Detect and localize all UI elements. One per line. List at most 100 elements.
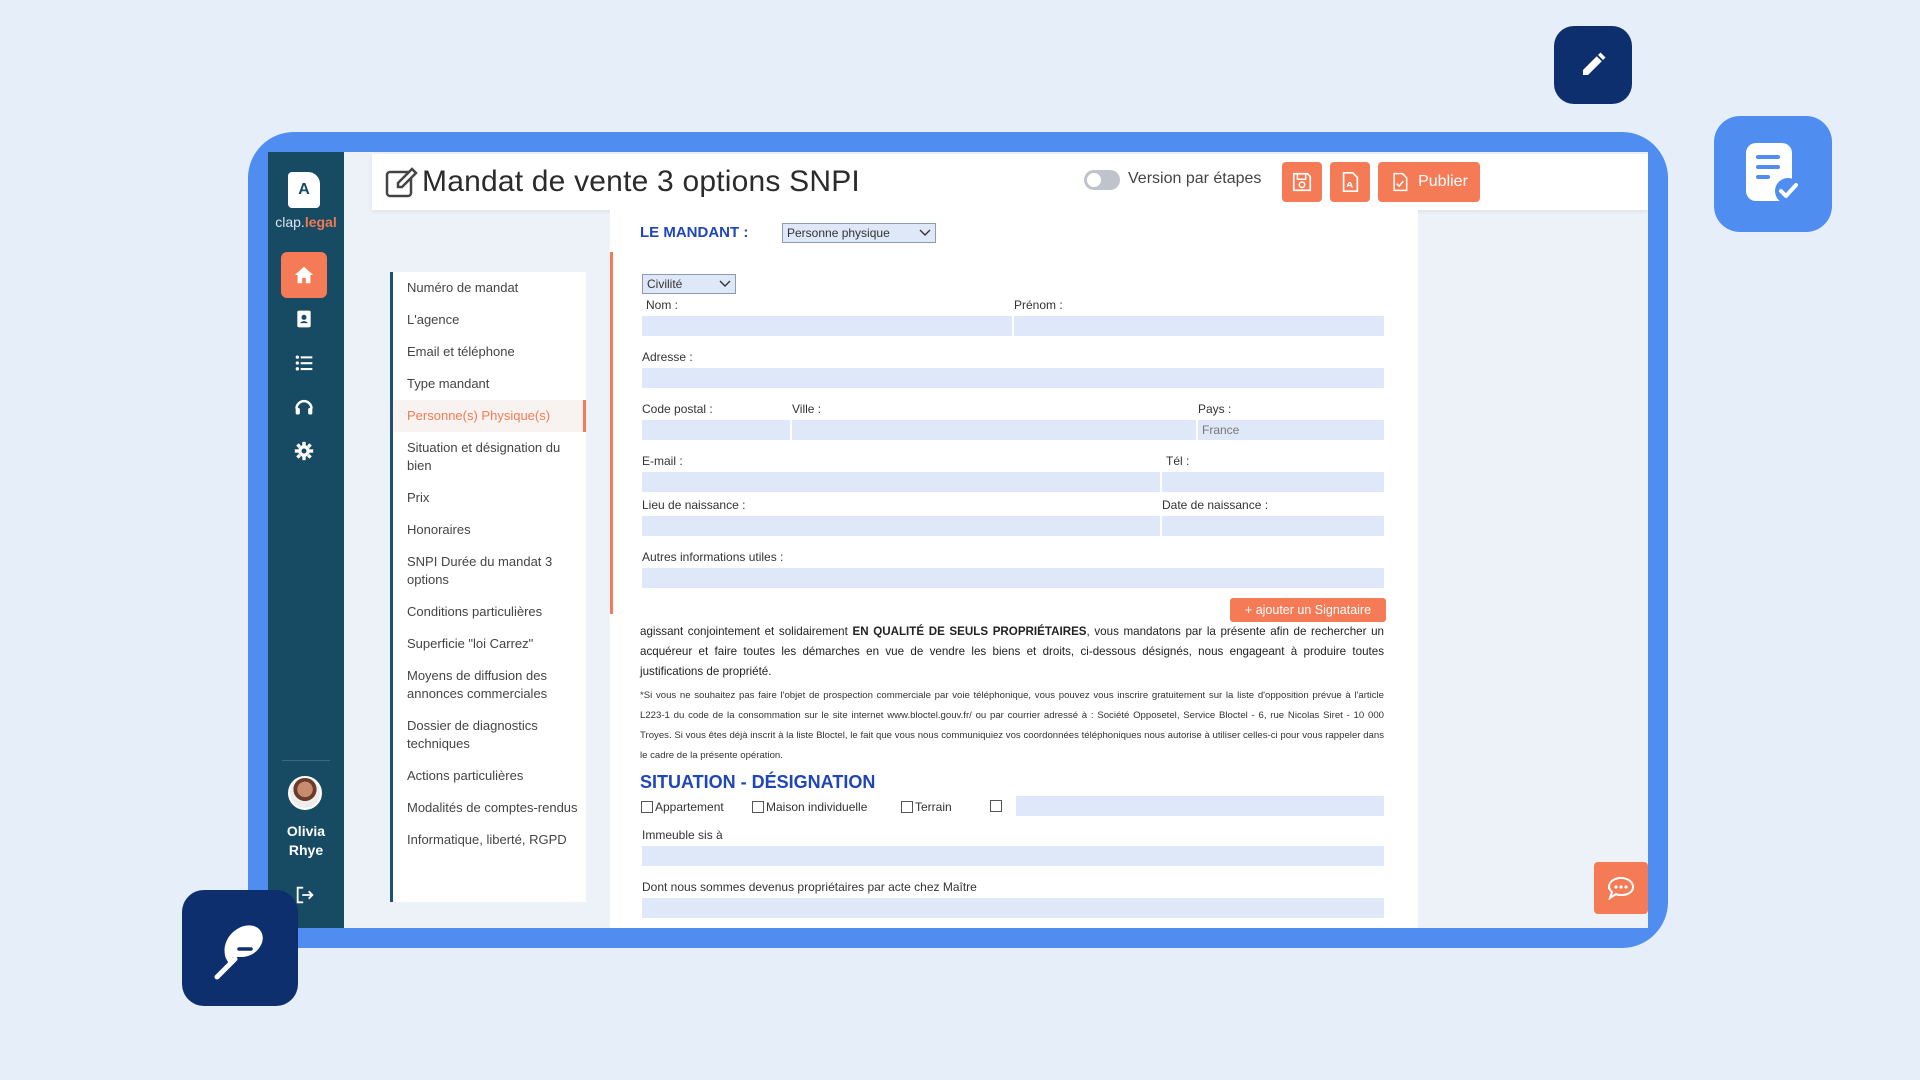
menu-item[interactable]: Email et téléphone xyxy=(393,336,586,368)
immeuble-input[interactable] xyxy=(642,846,1384,866)
headset-icon xyxy=(295,399,313,415)
nav-home[interactable] xyxy=(281,252,327,298)
ville-label: Ville : xyxy=(792,402,822,416)
nav-contacts[interactable] xyxy=(281,296,327,342)
para-text-bold: EN QUALITÉ DE SEULS PROPRIÉTAIRES xyxy=(852,625,1087,638)
gear-icon xyxy=(294,441,314,461)
other-type-input[interactable] xyxy=(1016,796,1384,816)
form-section-accent xyxy=(610,252,613,614)
mandant-title: LE MANDANT : xyxy=(640,224,749,241)
tel-input[interactable] xyxy=(1162,472,1384,492)
pdf-export-button[interactable] xyxy=(1330,162,1370,202)
logo-letter: A xyxy=(298,181,310,198)
maison-label: Maison individuelle xyxy=(766,800,868,814)
user-name: Olivia Rhye xyxy=(286,823,326,858)
menu-item[interactable]: Actions particulières xyxy=(393,760,586,792)
other-checkbox[interactable] xyxy=(990,800,1004,812)
proprietaires-input[interactable] xyxy=(642,898,1384,918)
menu-item[interactable]: Situation et désignation du bien xyxy=(393,432,586,482)
menu-item[interactable]: Honoraires xyxy=(393,514,586,546)
prenom-input[interactable] xyxy=(1014,316,1384,336)
list-icon xyxy=(295,355,313,371)
email-label: E-mail : xyxy=(642,454,683,468)
checkbox-box[interactable] xyxy=(752,801,764,813)
chevron-down-icon xyxy=(719,280,731,287)
checkbox-box[interactable] xyxy=(990,800,1002,812)
version-steps-toggle[interactable] xyxy=(1084,170,1120,190)
mandat-paragraph: agissant conjointement et solidairement … xyxy=(640,622,1384,682)
code-postal-input[interactable] xyxy=(642,420,790,440)
menu-item[interactable]: Conditions particulières xyxy=(393,596,586,628)
autres-infos-input[interactable] xyxy=(642,568,1384,588)
home-icon xyxy=(294,266,314,284)
chat-bubble-icon xyxy=(1607,876,1635,900)
maison-checkbox[interactable]: Maison individuelle xyxy=(752,800,867,814)
immeuble-label: Immeuble sis à xyxy=(642,828,723,842)
menu-item[interactable]: Numéro de mandat xyxy=(393,272,586,304)
appartement-checkbox[interactable]: Appartement xyxy=(641,800,724,814)
app-screen: A clap.legal Olivia Rhye Mandat de vente… xyxy=(268,152,1648,928)
signature-badge xyxy=(182,890,298,1006)
save-button[interactable] xyxy=(1282,162,1322,202)
date-naissance-label: Date de naissance : xyxy=(1162,498,1269,512)
document-check-icon xyxy=(1393,172,1408,192)
feather-pen-icon xyxy=(214,925,263,980)
checkbox-box[interactable] xyxy=(641,801,653,813)
avatar[interactable] xyxy=(288,776,322,810)
email-input[interactable] xyxy=(642,472,1160,492)
menu-item-active[interactable]: Personne(s) Physique(s) xyxy=(393,400,586,432)
proprietaires-label: Dont nous sommes devenus propriétaires p… xyxy=(642,880,977,894)
chat-button[interactable] xyxy=(1594,862,1648,914)
menu-item[interactable]: Type mandant xyxy=(393,368,586,400)
menu-item[interactable]: L'agence xyxy=(393,304,586,336)
document-check-icon xyxy=(1746,143,1801,204)
logout-icon[interactable] xyxy=(294,884,316,906)
pays-value: France xyxy=(1202,423,1240,437)
document-check-badge xyxy=(1714,116,1832,232)
lieu-naissance-label: Lieu de naissance : xyxy=(642,498,746,512)
nom-label: Nom : xyxy=(646,298,679,312)
edit-badge xyxy=(1554,26,1632,104)
version-steps-label: Version par étapes xyxy=(1128,170,1262,187)
publish-button[interactable]: Publier xyxy=(1378,162,1480,202)
civilite-select[interactable]: Civilité xyxy=(642,274,736,294)
ville-input[interactable] xyxy=(792,420,1196,440)
bloctel-note: *Si vous ne souhaitez pas faire l'objet … xyxy=(640,690,1384,761)
nom-input[interactable] xyxy=(642,316,1012,336)
mandant-type-select[interactable]: Personne physique xyxy=(782,223,936,243)
adresse-input[interactable] xyxy=(642,368,1384,388)
pays-input[interactable]: France xyxy=(1198,420,1384,440)
floppy-disk-icon xyxy=(1292,172,1312,192)
page-title: Mandat de vente 3 options SNPI xyxy=(422,165,860,198)
checkbox-box[interactable] xyxy=(901,801,913,813)
date-naissance-input[interactable] xyxy=(1162,516,1384,536)
civilite-value: Civilité xyxy=(647,277,683,291)
menu-item[interactable]: Superficie "loi Carrez" xyxy=(393,628,586,660)
tel-label: Tél : xyxy=(1166,454,1190,468)
terrain-checkbox[interactable]: Terrain xyxy=(901,800,952,814)
para-text-a: agissant conjointement et solidairement xyxy=(640,625,853,638)
autres-infos-label: Autres informations utiles : xyxy=(642,550,784,564)
logo-text-a: clap. xyxy=(275,214,305,230)
sidebar: A clap.legal Olivia Rhye xyxy=(268,152,344,928)
adresse-label: Adresse : xyxy=(642,350,693,364)
app-logo-icon[interactable]: A xyxy=(288,172,320,208)
appartement-label: Appartement xyxy=(655,800,724,814)
menu-item[interactable]: Prix xyxy=(393,482,586,514)
section-menu: Numéro de mandat L'agence Email et télép… xyxy=(390,272,586,902)
chevron-down-icon xyxy=(919,229,931,236)
code-postal-label: Code postal : xyxy=(642,402,713,416)
menu-item[interactable]: Dossier de diagnostics techniques xyxy=(393,710,586,760)
menu-item[interactable]: SNPI Durée du mandat 3 options xyxy=(393,546,586,596)
nav-settings[interactable] xyxy=(281,428,327,474)
menu-item[interactable]: Informatique, liberté, RGPD xyxy=(393,824,586,856)
app-logo-text: clap.legal xyxy=(268,214,344,230)
situation-title: SITUATION - DÉSIGNATION xyxy=(640,772,876,792)
pencil-icon xyxy=(1583,52,1606,75)
nav-list[interactable] xyxy=(281,340,327,386)
add-signataire-button[interactable]: + ajouter un Signataire xyxy=(1230,598,1386,622)
lieu-naissance-input[interactable] xyxy=(642,516,1160,536)
nav-support[interactable] xyxy=(281,384,327,430)
menu-item[interactable]: Moyens de diffusion des annonces commerc… xyxy=(393,660,586,710)
menu-item[interactable]: Modalités de comptes-rendus xyxy=(393,792,586,824)
